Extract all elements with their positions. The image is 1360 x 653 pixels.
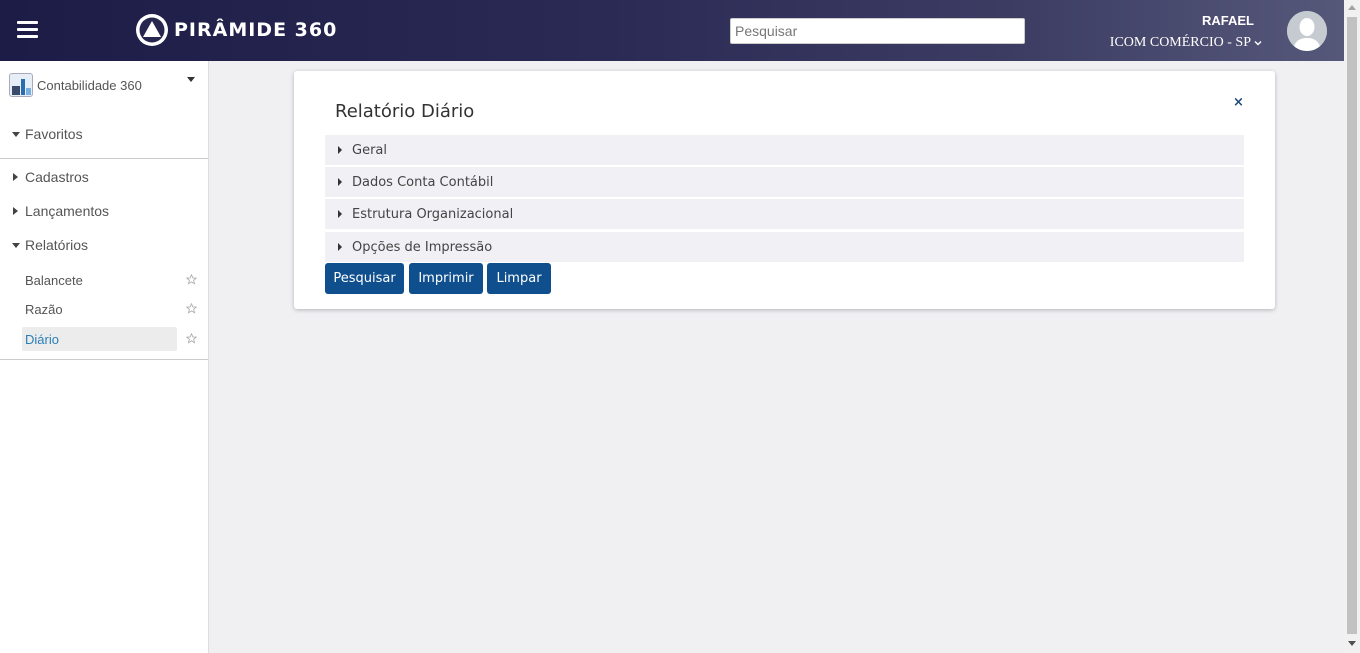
chevron-down-icon [1254,41,1262,46]
star-icon[interactable] [186,303,197,314]
caret-right-icon [338,210,342,218]
star-icon[interactable] [186,274,197,285]
nav-favorites-label: Favoritos [25,126,83,142]
accordion-estrutura-organizacional[interactable]: Estrutura Organizacional [325,199,1244,229]
divider [0,359,208,360]
star-icon[interactable] [186,333,197,344]
sidebar-item-label: Balancete [25,272,83,288]
caret-right-icon [338,178,342,186]
nav-lancamentos[interactable]: Lançamentos [12,203,109,219]
menu-icon[interactable] [17,21,38,39]
sidebar: Contabilidade 360 Favoritos Cadastros La… [0,61,209,653]
sidebar-item-razao[interactable]: Razão [22,297,177,321]
user-name: RAFAEL [1202,13,1254,28]
caret-right-icon [13,207,18,215]
nav-relatorios-label: Relatórios [25,237,89,253]
accordion-dados-conta-contabil[interactable]: Dados Conta Contábil [325,167,1244,197]
module-selector[interactable]: Contabilidade 360 [9,73,199,97]
search-input[interactable] [730,18,1025,44]
brand-logo[interactable]: PIRÂMIDE 360 [135,13,337,47]
caret-right-icon [338,243,342,251]
print-button[interactable]: Imprimir [409,263,483,294]
caret-right-icon [338,146,342,154]
vertical-scrollbar[interactable] [1344,0,1360,653]
nav-cadastros[interactable]: Cadastros [12,169,89,185]
accordion-label: Dados Conta Contábil [352,174,494,190]
accordion-label: Geral [352,142,387,158]
report-panel: Relatório Diário × Geral Dados Conta Con… [294,71,1275,309]
close-icon[interactable]: × [1233,95,1244,110]
caret-right-icon [13,173,18,181]
scroll-down-icon[interactable] [1348,641,1356,646]
sidebar-item-diario[interactable]: Diário [22,327,177,351]
scroll-thumb[interactable] [1347,17,1357,634]
divider [0,158,208,159]
nav-favorites[interactable]: Favoritos [12,126,83,142]
search-button[interactable]: Pesquisar [325,263,404,294]
clear-button[interactable]: Limpar [487,263,551,294]
nav-lancamentos-label: Lançamentos [25,203,110,219]
nav-cadastros-label: Cadastros [25,169,89,185]
accordion-label: Estrutura Organizacional [352,206,514,222]
caret-down-icon [12,131,20,137]
company-label: ICOM COMÉRCIO - SP [1109,35,1251,50]
caret-down-icon [187,77,195,82]
top-header: PIRÂMIDE 360 RAFAEL ICOM COMÉRCIO - SP [0,0,1344,61]
accordion-opcoes-de-impressao[interactable]: Opções de Impressão [325,232,1244,262]
pyramid-logo-icon [136,14,168,46]
user-silhouette-icon [1287,11,1327,51]
accordion-geral[interactable]: Geral [325,135,1244,165]
brand-name: PIRÂMIDE 360 [174,19,338,41]
company-selector[interactable]: ICOM COMÉRCIO - SP [1110,35,1262,51]
sidebar-item-balancete[interactable]: Balancete [22,268,177,292]
sidebar-item-label: Razão [25,301,63,317]
caret-down-icon [12,242,20,248]
nav-relatorios[interactable]: Relatórios [12,237,88,253]
sidebar-item-label: Diário [25,331,59,347]
accordion-label: Opções de Impressão [352,239,493,255]
panel-title: Relatório Diário [335,101,475,122]
scroll-up-icon[interactable] [1348,5,1356,10]
module-label: Contabilidade 360 [37,77,142,93]
accounting-module-icon [9,73,33,97]
avatar[interactable] [1287,11,1327,51]
